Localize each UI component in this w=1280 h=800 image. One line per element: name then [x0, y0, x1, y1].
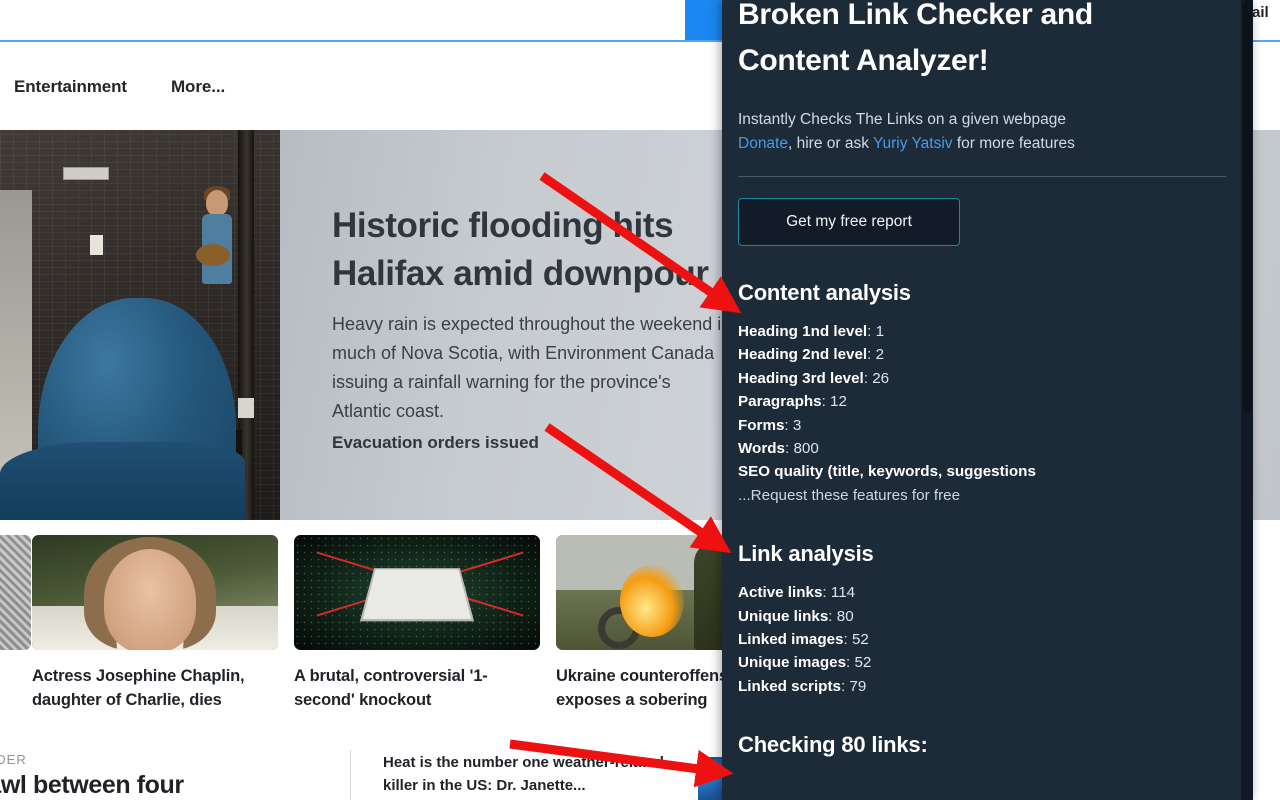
nav-item-entertainment[interactable]: Entertainment: [14, 77, 127, 97]
link-analysis-stats: Active links: 114 Unique links: 80 Linke…: [738, 581, 1223, 698]
content-analysis-stats: Heading 1nd level: 1 Heading 2nd level: …: [738, 320, 1223, 507]
stat-row: Linked scripts: 79: [738, 675, 1223, 698]
card-title[interactable]: A brutal, controversial '1-second' knock…: [294, 664, 540, 712]
stat-row: Heading 1nd level: 1: [738, 320, 1223, 343]
stat-row: Linked images: 52: [738, 628, 1223, 651]
photo-boxing-ring: [359, 568, 475, 622]
news-card[interactable]: A brutal, controversial '1-second' knock…: [294, 535, 540, 712]
get-free-report-button[interactable]: Get my free report: [738, 198, 960, 246]
mural-guitarist: [196, 186, 238, 305]
news-card[interactable]: [0, 535, 31, 664]
stat-label: Unique images: [738, 654, 847, 672]
panel-scrollbar-track[interactable]: [1241, 0, 1253, 800]
stat-value: 800: [793, 440, 819, 458]
story-headline[interactable]: rawl between four: [0, 771, 184, 800]
stat-value: 52: [854, 654, 872, 672]
vertical-divider: [350, 750, 351, 800]
panel-divider: [738, 176, 1226, 177]
stat-colon: :: [867, 346, 876, 364]
panel-title: Broken Link Checker and Content Analyzer…: [738, 0, 1093, 77]
credit-middle-text: , hire or ask: [787, 135, 873, 152]
stat-colon: :: [828, 607, 837, 625]
checking-links-heading: Checking 80 links:: [738, 732, 928, 758]
stat-row: Forms: 3: [738, 414, 1223, 437]
stat-label: Words: [738, 440, 785, 458]
stat-colon: :: [822, 584, 831, 602]
stat-colon: :: [821, 393, 831, 411]
side-story-headline[interactable]: Heat is the number one weather-related k…: [383, 751, 683, 797]
partial-email-label: ail: [1252, 4, 1269, 21]
content-analysis-heading: Content analysis: [738, 280, 911, 305]
seo-request-note: ...Request these features for free: [738, 486, 961, 504]
wall-poster: [90, 235, 103, 255]
stat-row: Unique links: 80: [738, 605, 1223, 628]
broken-link-checker-panel: Broken Link Checker and Content Analyzer…: [722, 0, 1253, 800]
street-sign: [63, 167, 109, 180]
stat-value: 80: [836, 607, 854, 625]
credit-tail-text: for more features: [952, 135, 1075, 152]
stat-label: Active links: [738, 584, 823, 602]
panel-scrollbar-thumb[interactable]: [1243, 0, 1252, 412]
stat-label: Paragraphs: [738, 393, 822, 411]
nav-item-more[interactable]: More...: [171, 77, 225, 97]
stat-label: Linked images: [738, 631, 844, 649]
donate-link[interactable]: Donate: [738, 135, 788, 152]
stat-label: Forms: [738, 416, 785, 434]
stat-row: Heading 3rd level: 26: [738, 367, 1223, 390]
author-link[interactable]: Yuriy Yatsiv: [873, 135, 953, 152]
stat-row: Unique images: 52: [738, 651, 1223, 674]
arena-photo-thumbnail: [294, 535, 540, 650]
hero-summary: Heavy rain is expected throughout the we…: [332, 314, 732, 421]
stat-colon: :: [863, 369, 873, 387]
stat-colon: :: [784, 416, 793, 434]
seo-quality-label: SEO quality (title, keywords, suggestion…: [738, 463, 1036, 481]
card-thumbnail: [294, 535, 540, 650]
panel-subtitle-block: Instantly Checks The Links on a given we…: [738, 108, 1223, 156]
news-card[interactable]: Actress Josephine Chaplin, daughter of C…: [32, 535, 278, 712]
photo-muzzle-flame: [620, 565, 684, 637]
stat-colon: :: [843, 631, 852, 649]
mural-head: [206, 190, 228, 216]
pole-band: [238, 398, 254, 418]
panel-credit-line: Donate, hire or ask Yuriy Yatsiv for mor…: [738, 132, 1223, 156]
stat-value: 114: [830, 584, 856, 602]
story-kicker: SIDER: [0, 752, 27, 767]
card-title[interactable]: Actress Josephine Chaplin, daughter of C…: [32, 664, 278, 712]
stat-label: Heading 1nd level: [738, 323, 868, 340]
photo-face: [104, 549, 196, 650]
stat-row: Heading 2nd level: 2: [738, 343, 1223, 366]
stat-label: Linked scripts: [738, 677, 841, 695]
stat-label: Unique links: [738, 607, 829, 625]
card-thumbnail: [32, 535, 278, 650]
stat-value: 2: [875, 346, 885, 364]
seo-quality-row: SEO quality (title, keywords, suggestion…: [738, 460, 1223, 483]
card-thumbnail: [0, 535, 31, 650]
panel-tagline: Instantly Checks The Links on a given we…: [738, 111, 1066, 128]
stat-row: Paragraphs: 12: [738, 390, 1223, 413]
stat-colon: :: [867, 323, 876, 340]
person-shoulder: [0, 442, 245, 520]
stat-row: Active links: 114: [738, 581, 1223, 604]
hero-photo: [0, 130, 280, 520]
link-analysis-heading: Link analysis: [738, 541, 874, 567]
hero-title[interactable]: Historic flooding hits Halifax amid down…: [332, 202, 712, 298]
portrait-photo-thumbnail: [32, 535, 278, 650]
stat-value: 12: [830, 393, 847, 411]
stat-value: 79: [849, 677, 867, 695]
stat-label: Heading 3rd level: [738, 369, 864, 387]
stat-row: Words: 800: [738, 437, 1223, 460]
stat-value: 26: [872, 369, 890, 387]
stat-value: 1: [875, 323, 885, 340]
stat-value: 3: [792, 416, 802, 434]
mural-guitar: [196, 244, 230, 266]
grayscale-photo-thumbnail: [0, 535, 31, 650]
stat-value: 52: [851, 631, 869, 649]
stat-label: Heading 2nd level: [738, 346, 868, 364]
